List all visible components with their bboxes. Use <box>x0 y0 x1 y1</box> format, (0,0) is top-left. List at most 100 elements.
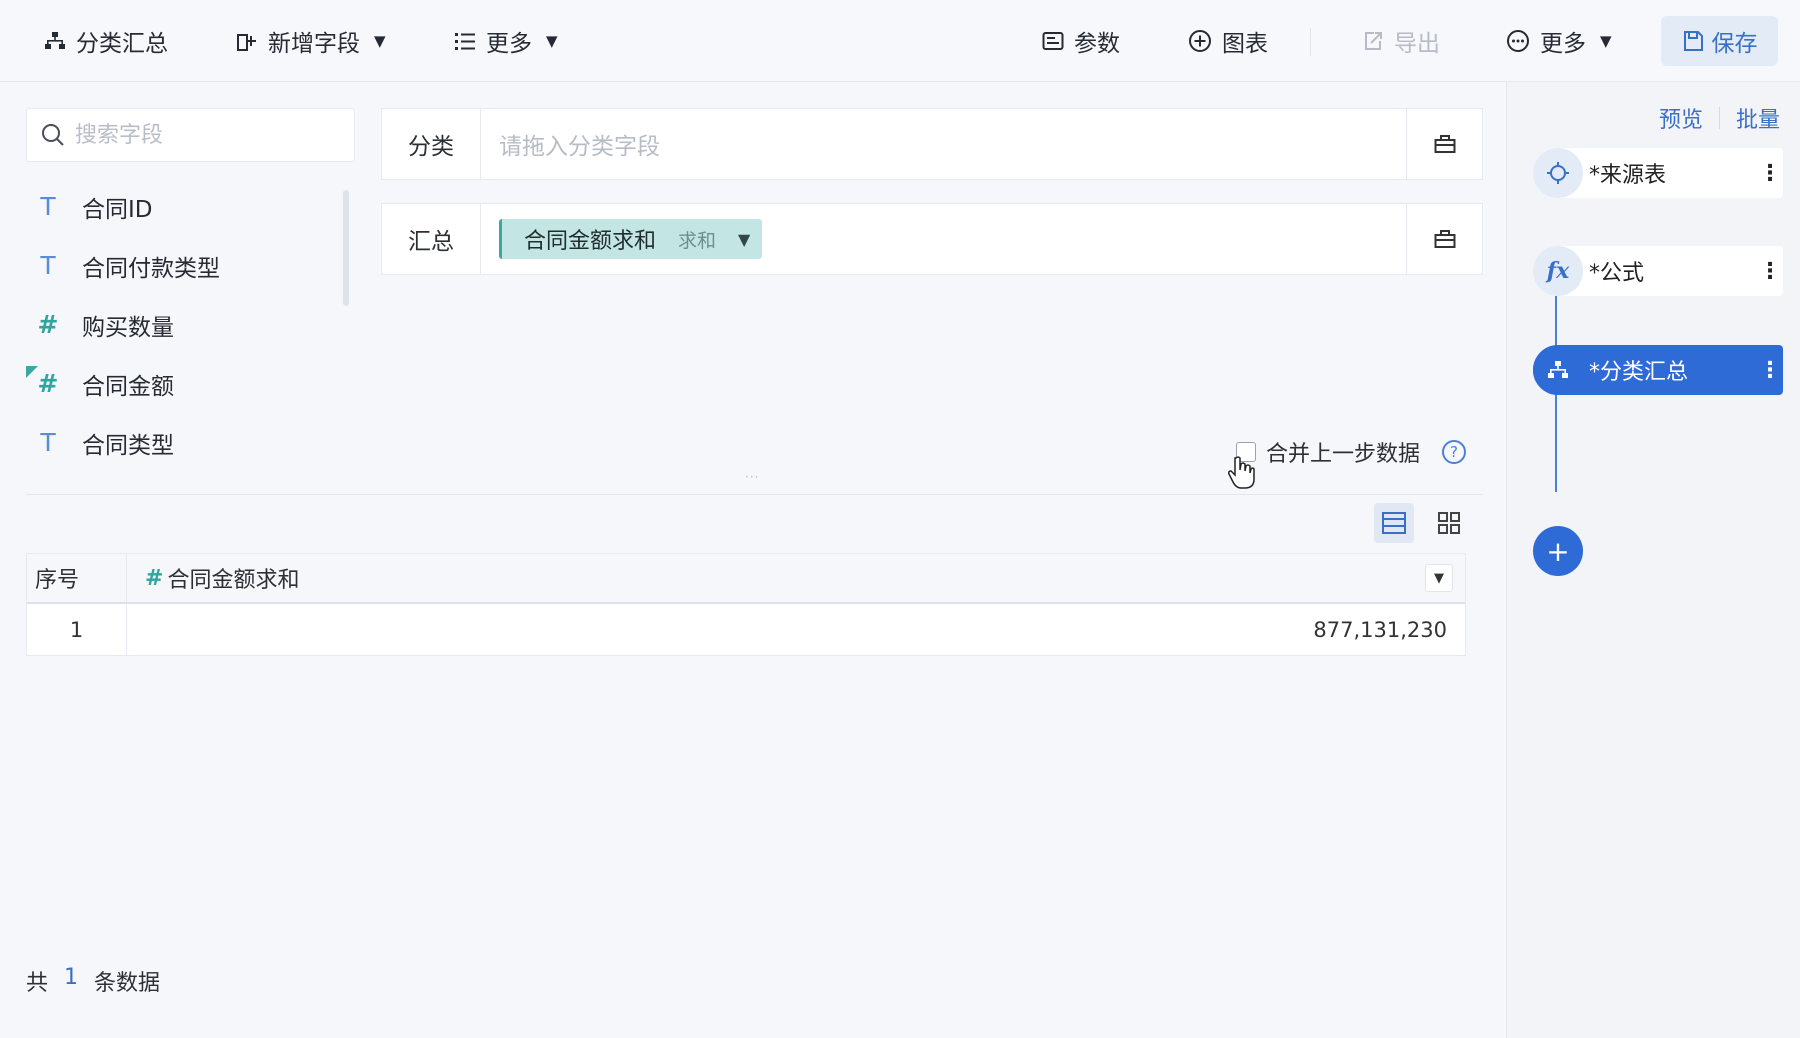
save-label: 保存 <box>1711 31 1758 57</box>
export-icon <box>1365 32 1382 50</box>
link-divider <box>1718 107 1720 129</box>
summary-field-chip[interactable]: 合同金额求和 求和 ▼ <box>499 219 763 259</box>
field-label: 合同类型 <box>82 432 174 459</box>
summary-label: 汇总 <box>382 204 481 274</box>
save-icon <box>1683 31 1703 51</box>
field-label: 合同付款类型 <box>82 255 220 282</box>
table-row: 1 877,131,230 <box>27 604 1465 655</box>
batch-link[interactable]: 批量 <box>1736 102 1780 134</box>
table-header: 序号 # 合同金额求和 ▼ <box>27 554 1465 604</box>
crosshair-icon <box>1533 148 1583 198</box>
number-field-icon: # <box>145 565 164 591</box>
export-button[interactable]: 导出 <box>1362 22 1440 60</box>
step-label: *分类汇总 <box>1589 360 1689 385</box>
chevron-down-icon: ▼ <box>1600 32 1612 50</box>
step-label: *来源表 <box>1589 163 1667 188</box>
export-label: 导出 <box>1394 31 1440 57</box>
chip-aggregation: 求和 <box>678 229 717 252</box>
field-item-contract-type[interactable]: T 合同类型 <box>26 413 346 472</box>
add-field-label: 新增字段 <box>268 31 360 57</box>
hand-cursor-icon <box>1228 456 1255 489</box>
result-table: 序号 # 合同金额求和 ▼ 1 877,131,230 <box>26 553 1466 656</box>
number-field-icon: # <box>37 369 59 398</box>
summary-toolbox-button[interactable] <box>1406 204 1482 274</box>
step-panel-links: 预览 批量 <box>1659 102 1780 134</box>
column-menu-button[interactable]: ▼ <box>1425 564 1453 592</box>
step-label: *公式 <box>1589 261 1645 286</box>
field-label: 购买数量 <box>82 314 174 341</box>
field-list-scrollbar[interactable] <box>343 190 349 306</box>
number-field-icon: # <box>37 310 59 339</box>
header-value-label: 合同金额求和 <box>167 568 300 593</box>
field-search[interactable] <box>26 108 355 162</box>
more-vertical-icon[interactable]: ⋮ <box>1757 358 1783 383</box>
group-summary-icon <box>45 32 65 49</box>
more-dots-circle-icon <box>1507 30 1529 52</box>
new-field-marker-icon <box>26 366 38 378</box>
save-button[interactable]: 保存 <box>1661 16 1778 66</box>
text-field-icon: T <box>40 192 56 221</box>
field-label: 合同ID <box>82 196 153 223</box>
chevron-down-icon[interactable]: ▼ <box>738 230 750 249</box>
group-drop-area[interactable]: 请拖入分类字段 <box>481 109 1406 179</box>
fx-icon: fx <box>1533 246 1583 296</box>
step-group-summary[interactable]: *分类汇总 ⋮ <box>1533 345 1783 395</box>
add-field-button[interactable]: 新增字段 ▼ <box>236 22 386 60</box>
list-view-icon <box>1382 512 1406 534</box>
field-item-contract-id[interactable]: T 合同ID <box>26 177 346 236</box>
group-summary-label: 分类汇总 <box>76 31 168 57</box>
header-value[interactable]: # 合同金额求和 ▼ <box>127 554 1465 602</box>
plus-circle-icon <box>1189 30 1211 52</box>
resize-handle[interactable]: ··· <box>745 470 759 484</box>
merge-previous-option: 合并上一步数据 ? <box>1236 436 1467 468</box>
add-field-icon <box>237 34 256 51</box>
record-count-value: 1 <box>64 965 79 990</box>
field-item-quantity[interactable]: # 购买数量 <box>26 295 346 354</box>
step-source-table[interactable]: *来源表 ⋮ <box>1533 148 1783 198</box>
group-summary-icon <box>1533 345 1583 395</box>
list-icon <box>455 33 475 50</box>
field-item-contract-amount[interactable]: # 合同金额 <box>26 354 346 413</box>
record-count: 共 1 条数据 <box>26 965 160 997</box>
text-field-icon: T <box>40 428 56 457</box>
panel-divider <box>26 494 1483 495</box>
group-dropzone: 分类 请拖入分类字段 <box>381 108 1483 180</box>
add-step-button[interactable]: + <box>1533 526 1583 576</box>
toolbar-divider <box>1310 28 1311 56</box>
grid-view-icon <box>1438 512 1460 534</box>
help-icon[interactable]: ? <box>1442 440 1467 464</box>
step-panel: 预览 批量 *来源表 ⋮ fx *公式 ⋮ *分类汇总 ⋮ + <box>1506 82 1800 1038</box>
chart-button[interactable]: 图表 <box>1188 22 1268 60</box>
header-index: 序号 <box>27 554 127 602</box>
more-vertical-icon[interactable]: ⋮ <box>1757 161 1783 186</box>
more-right-button[interactable]: 更多 ▼ <box>1506 22 1612 60</box>
search-input[interactable] <box>75 122 335 148</box>
field-list: T 合同ID T 合同付款类型 # 购买数量 # 合同金额 T 合同类型 <box>26 177 346 472</box>
step-formula[interactable]: fx *公式 ⋮ <box>1533 246 1783 296</box>
search-icon <box>42 124 64 146</box>
fx-icon-text: fx <box>1546 258 1570 284</box>
group-toolbox-button[interactable] <box>1406 109 1482 179</box>
group-placeholder: 请拖入分类字段 <box>499 134 660 160</box>
more-left-label: 更多 <box>486 31 532 57</box>
main-canvas: T 合同ID T 合同付款类型 # 购买数量 # 合同金额 T 合同类型 分类 … <box>0 82 1506 1038</box>
group-summary-button[interactable]: 分类汇总 <box>44 22 168 60</box>
merge-label: 合并上一步数据 <box>1266 442 1421 467</box>
summary-drop-area: 合同金额求和 求和 ▼ <box>481 204 1406 274</box>
more-left-button[interactable]: 更多 ▼ <box>454 22 558 60</box>
list-view-button[interactable] <box>1374 503 1414 543</box>
text-field-icon: T <box>40 251 56 280</box>
chevron-down-icon: ▼ <box>374 32 386 50</box>
summary-dropzone: 汇总 合同金额求和 求和 ▼ <box>381 203 1483 275</box>
chart-label: 图表 <box>1222 31 1268 57</box>
params-button[interactable]: 参数 <box>1042 22 1120 60</box>
more-vertical-icon[interactable]: ⋮ <box>1757 259 1783 284</box>
toolbar: 分类汇总 新增字段 ▼ 更多 ▼ 参数 图表 导出 更多 ▼ 保存 <box>0 0 1800 82</box>
preview-link[interactable]: 预览 <box>1659 102 1703 134</box>
field-label: 合同金额 <box>82 373 174 400</box>
row-index: 1 <box>27 604 127 655</box>
row-value: 877,131,230 <box>1313 617 1447 642</box>
grid-view-button[interactable] <box>1429 503 1469 543</box>
record-count-suffix: 条数据 <box>94 971 161 996</box>
field-item-payment-type[interactable]: T 合同付款类型 <box>26 236 346 295</box>
